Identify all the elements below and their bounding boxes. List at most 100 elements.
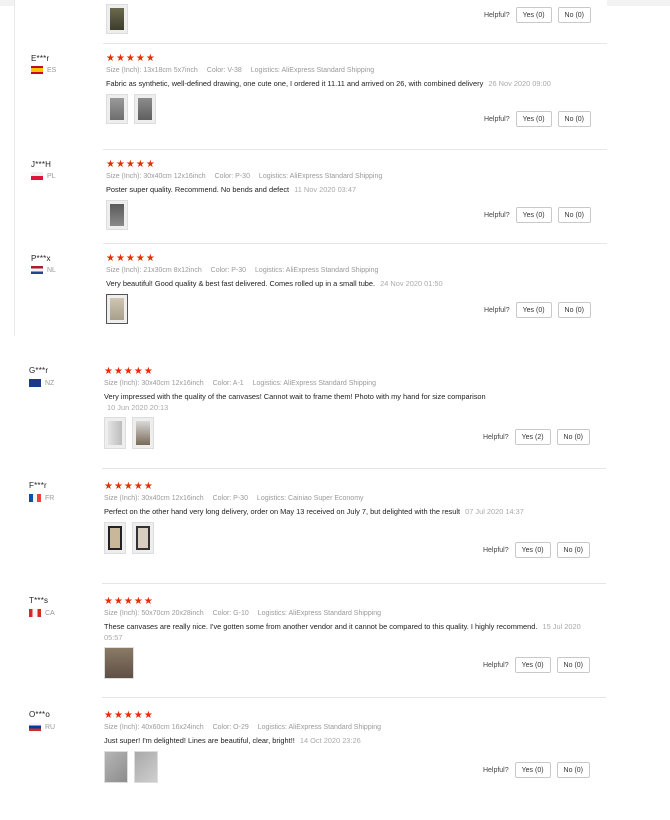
color-info: Color: A-1 — [212, 380, 244, 387]
review-item: O***o RU ★★★★★ Size (Inch): 40x60cm 16x2… — [0, 698, 606, 808]
review-date: 11 Nov 2020 03:47 — [294, 185, 357, 194]
logistics-info: Logistics: AliExpress Standard Shipping — [255, 267, 379, 274]
review-text: Poster super quality. Recommend. No bend… — [106, 185, 593, 196]
review-photo[interactable] — [134, 750, 158, 783]
helpful-label: Helpful? — [482, 433, 509, 441]
color-info: Color: G-10 — [212, 610, 249, 617]
size-info: Size (Inch): 21x30cm 8x12inch — [106, 267, 202, 274]
reviewer-name: P***x — [31, 254, 51, 263]
country-code: NL — [47, 266, 56, 274]
no-button[interactable]: No (0) — [556, 762, 590, 778]
review-text: Perfect on the other hand very long deli… — [104, 507, 592, 518]
review-text: Very impressed with the quality of the c… — [104, 392, 592, 413]
section-gap — [0, 336, 670, 354]
review-photo[interactable] — [104, 647, 134, 679]
helpful-controls: Helpful? Yes (2) No (0) — [483, 429, 590, 445]
flag-nl-icon — [31, 266, 43, 274]
flag-nz-icon — [29, 379, 41, 387]
size-info: Size (Inch): 50x70cm 20x28inch — [104, 610, 204, 617]
helpful-label: Helpful? — [483, 115, 510, 123]
color-info: Color: P-30 — [214, 173, 250, 180]
reviewer-name: J***H — [31, 160, 52, 169]
review-photo[interactable] — [104, 521, 126, 554]
review-photo[interactable] — [106, 4, 128, 34]
no-button[interactable]: No (0) — [557, 207, 591, 223]
helpful-label: Helpful? — [482, 661, 509, 669]
reviewer-country: NZ — [29, 379, 54, 387]
review-body: Poster super quality. Recommend. No bend… — [106, 185, 290, 194]
review-item: P***x NL ★★★★★ Size (Inch): 21x30cm 8x12… — [15, 244, 607, 336]
reviewer-country: ES — [31, 66, 56, 74]
logistics-info: Logistics: Cainiao Super Economy — [256, 495, 364, 502]
yes-button[interactable]: Yes (0) — [515, 111, 552, 127]
logistics-info: Logistics: AliExpress Standard Shipping — [257, 610, 382, 617]
review-photo[interactable] — [106, 199, 128, 230]
helpful-label: Helpful? — [482, 766, 509, 774]
review-body: Fabric as synthetic, well-defined drawin… — [106, 79, 484, 88]
review-photo[interactable] — [132, 521, 154, 554]
no-button[interactable]: No (0) — [556, 429, 590, 445]
no-button[interactable]: No (0) — [557, 302, 591, 318]
review-photo[interactable] — [106, 293, 128, 324]
country-code: FR — [45, 494, 55, 502]
helpful-controls: Helpful? Yes (0) No (0) — [483, 657, 590, 673]
review-meta: Size (Inch): 30x40cm 12x16inch Color: P-… — [106, 172, 593, 182]
reviews-panel-bottom: G***r NZ ★★★★★ Size (Inch): 30x40cm 12x1… — [0, 354, 606, 820]
color-info: Color: P-30 — [212, 495, 248, 502]
review-body: Very beautiful! Good quality & best fast… — [106, 279, 376, 288]
size-info: Size (Inch): 30x40cm 12x16inch — [106, 173, 206, 180]
helpful-controls: Helpful? Yes (0) No (0) — [484, 302, 591, 318]
yes-button[interactable]: Yes (0) — [514, 542, 551, 558]
review-date: 07 Jul 2020 14:37 — [465, 507, 524, 516]
star-rating: ★★★★★ — [104, 481, 154, 492]
reviewer-name: E***r — [31, 54, 50, 63]
review-text: Very beautiful! Good quality & best fast… — [106, 279, 593, 290]
helpful-label: Helpful? — [482, 546, 509, 554]
review-meta: Size (Inch): 21x30cm 8x12inch Color: P-3… — [106, 266, 593, 276]
no-button[interactable]: No (0) — [557, 111, 591, 127]
yes-button[interactable]: Yes (0) — [515, 7, 552, 23]
country-code: NZ — [45, 379, 55, 387]
reviewer-name: G***r — [29, 366, 49, 375]
review-body: Very impressed with the quality of the c… — [104, 392, 486, 401]
flag-ru-icon — [29, 723, 41, 731]
size-info: Size (Inch): 30x40cm 12x16inch — [104, 380, 204, 387]
star-rating: ★★★★★ — [104, 710, 154, 721]
review-photo[interactable] — [106, 93, 128, 124]
review-date: 14 Oct 2020 23:26 — [299, 736, 361, 745]
no-button[interactable]: No (0) — [556, 657, 590, 673]
size-info: Size (Inch): 40x60cm 16x24inch — [104, 724, 204, 731]
country-code: CA — [45, 609, 55, 617]
review-photo[interactable] — [134, 93, 156, 124]
review-photo[interactable] — [104, 417, 126, 449]
no-button[interactable]: No (0) — [557, 7, 591, 23]
reviewer-country: FR — [29, 494, 54, 502]
helpful-controls: Helpful? Yes (0) No (0) — [483, 542, 590, 558]
review-item: F***r FR ★★★★★ Size (Inch): 30x40cm 12x1… — [0, 469, 606, 584]
helpful-controls: Helpful? Yes (0) No (0) — [484, 7, 591, 23]
review-body: Just super! I'm delighted! Lines are bea… — [104, 736, 295, 745]
review-item: T***s CA ★★★★★ Size (Inch): 50x70cm 20x2… — [0, 584, 606, 698]
reviewer-country: PL — [31, 172, 56, 180]
yes-button[interactable]: Yes (0) — [514, 762, 551, 778]
yes-button[interactable]: Yes (0) — [514, 657, 551, 673]
star-rating: ★★★★★ — [104, 596, 154, 607]
yes-button[interactable]: Yes (0) — [515, 302, 552, 318]
review-meta: Size (Inch): 50x70cm 20x28inch Color: G-… — [104, 609, 592, 619]
reviewer-country: CA — [29, 609, 55, 617]
review-text: Fabric as synthetic, well-defined drawin… — [106, 79, 593, 90]
review-meta: Size (Inch): 13x18cm 5x7inch Color: V-38… — [106, 66, 593, 76]
no-button[interactable]: No (0) — [556, 542, 590, 558]
star-rating: ★★★★★ — [104, 366, 154, 377]
review-photo[interactable] — [104, 750, 128, 783]
flag-fr-icon — [29, 494, 41, 502]
helpful-controls: Helpful? Yes (0) No (0) — [483, 762, 590, 778]
flag-pl-icon — [31, 172, 43, 180]
helpful-controls: Helpful? Yes (0) No (0) — [484, 207, 591, 223]
review-date: 10 Jun 2020 20:13 — [107, 402, 169, 412]
yes-button[interactable]: Yes (0) — [515, 207, 552, 223]
review-photo[interactable] — [132, 417, 154, 449]
review-meta: Size (Inch): 30x40cm 12x16inch Color: P-… — [104, 494, 592, 504]
yes-button[interactable]: Yes (2) — [514, 429, 551, 445]
logistics-info: Logistics: AliExpress Standard Shipping — [250, 67, 375, 74]
